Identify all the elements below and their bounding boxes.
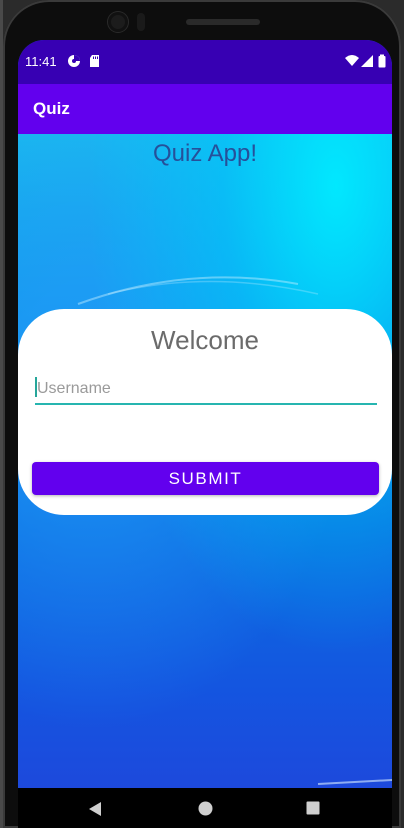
status-bar: 11:41 xyxy=(18,40,392,84)
proximity-sensor xyxy=(137,13,145,31)
wifi-icon xyxy=(345,55,359,66)
content-area: Quiz App! Welcome SUBMIT xyxy=(18,134,392,788)
sd-card-icon xyxy=(90,55,99,67)
username-input[interactable] xyxy=(35,375,377,405)
home-icon[interactable] xyxy=(198,801,213,816)
navigation-bar xyxy=(18,788,392,828)
cell-signal-icon xyxy=(361,55,373,67)
phone-screen: 11:41 Quiz Quiz App! Welcome Username SU… xyxy=(18,40,392,788)
battery-icon xyxy=(378,54,386,68)
app-bar: Quiz xyxy=(18,84,392,134)
text-cursor xyxy=(35,377,37,397)
submit-button[interactable]: SUBMIT xyxy=(32,462,379,495)
page-heading: Quiz App! xyxy=(152,140,258,167)
status-time: 11:41 xyxy=(25,54,57,69)
signal-app-icon xyxy=(68,55,80,67)
welcome-title: Welcome xyxy=(151,325,259,355)
back-icon[interactable] xyxy=(88,801,102,817)
login-card: Welcome SUBMIT xyxy=(18,309,392,515)
earpiece-speaker xyxy=(186,19,260,25)
recents-icon[interactable] xyxy=(306,801,320,815)
app-title: Quiz xyxy=(33,99,70,118)
front-camera xyxy=(108,12,128,32)
